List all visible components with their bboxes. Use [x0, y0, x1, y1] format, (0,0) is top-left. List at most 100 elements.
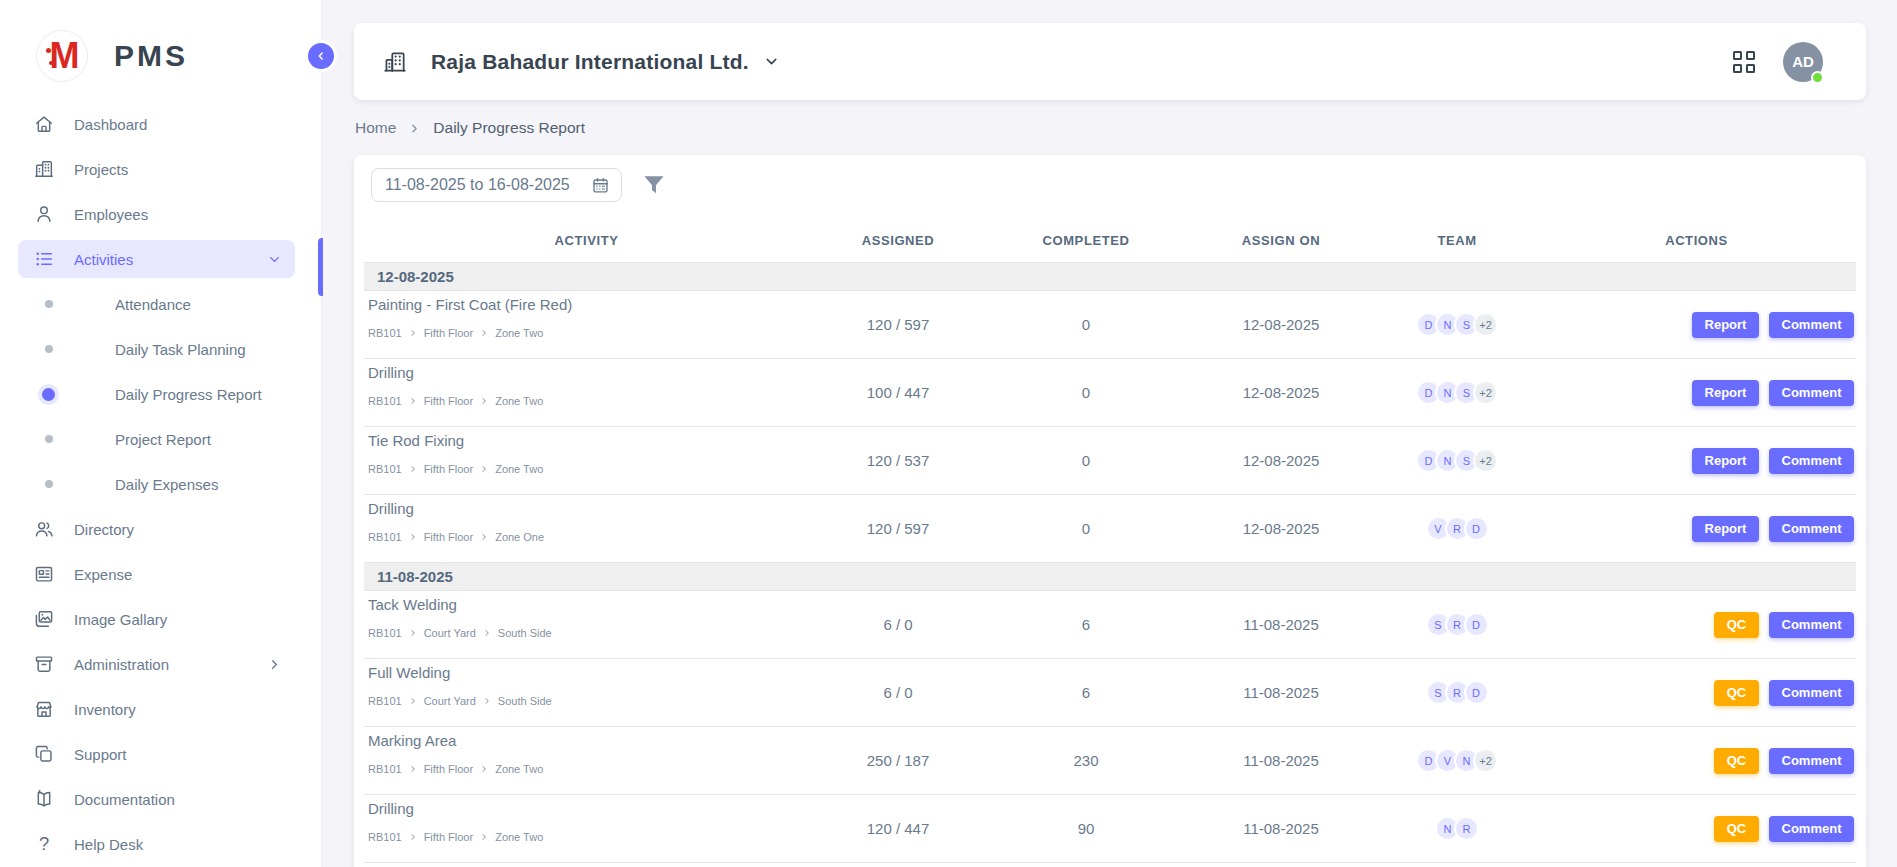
home-icon	[33, 113, 55, 135]
comment-button[interactable]: Comment	[1769, 680, 1854, 706]
bullet-icon	[45, 300, 53, 308]
activity-path: RB101Fifth FloorZone Two	[368, 763, 543, 775]
sidebar-subitem-label: Attendance	[115, 296, 191, 313]
report-button[interactable]: Report	[1692, 312, 1759, 338]
sidebar-item-label: Image Gallary	[74, 611, 167, 628]
comment-button[interactable]: Comment	[1769, 516, 1854, 542]
completed-cell: 0	[987, 359, 1185, 426]
company-selector[interactable]: Raja Bahadur International Ltd.	[382, 23, 780, 100]
sidebar-item-expense[interactable]: Expense	[18, 555, 295, 593]
column-header-completed: COMPLETED	[987, 233, 1185, 248]
sidebar-item-help-desk[interactable]: ? Help Desk	[18, 825, 295, 863]
svg-text:?: ?	[39, 833, 49, 854]
team-cell: SRD	[1377, 591, 1537, 658]
qc-button[interactable]: QC	[1714, 748, 1759, 774]
comment-button[interactable]: Comment	[1769, 448, 1854, 474]
activity-title: Drilling	[368, 799, 414, 818]
filter-button[interactable]	[641, 172, 667, 198]
sidebar-subitem-label: Daily Expenses	[115, 476, 218, 493]
sidebar-item-employees[interactable]: Employees	[18, 195, 295, 233]
qc-button[interactable]: QC	[1714, 680, 1759, 706]
image-icon	[33, 608, 55, 630]
activity-path-part: Fifth Floor	[424, 831, 474, 843]
sidebar-item-label: Dashboard	[74, 116, 147, 133]
table-body: 12-08-2025 Painting - First Coat (Fire Re…	[364, 263, 1856, 863]
book-icon	[33, 788, 55, 810]
team-extra-badge: +2	[1473, 448, 1498, 473]
column-header-activity: ACTIVITY	[364, 233, 809, 248]
activity-title: Tie Rod Fixing	[368, 431, 464, 450]
actions-cell: QC Comment	[1537, 591, 1856, 658]
actions-cell: QC Comment	[1537, 659, 1856, 726]
activity-path-part: RB101	[368, 831, 402, 843]
topbar: Raja Bahadur International Ltd. AD	[354, 23, 1866, 100]
sidebar-item-support[interactable]: Support	[18, 735, 295, 773]
sidebar-subitem-daily-task-planning[interactable]: Daily Task Planning	[18, 330, 295, 368]
team-cell: VRD	[1377, 495, 1537, 562]
path-chevron-icon	[483, 629, 491, 637]
column-header-assigned: ASSIGNED	[809, 233, 987, 248]
date-range-input[interactable]: 11-08-2025 to 16-08-2025	[371, 168, 622, 202]
comment-button[interactable]: Comment	[1769, 380, 1854, 406]
filter-bar: 11-08-2025 to 16-08-2025	[371, 168, 667, 202]
qc-button[interactable]: QC	[1714, 816, 1759, 842]
actions-cell: Report Comment	[1537, 291, 1856, 358]
assign-on-cell: 12-08-2025	[1185, 359, 1377, 426]
activity-cell: Painting - First Coat (Fire Red)RB101Fif…	[364, 291, 809, 358]
activity-path-part: Zone Two	[495, 831, 543, 843]
report-button[interactable]: Report	[1692, 516, 1759, 542]
qc-button[interactable]: QC	[1714, 612, 1759, 638]
activity-cell: Tie Rod FixingRB101Fifth FloorZone Two	[364, 427, 809, 494]
sidebar-subitem-daily-progress-report[interactable]: Daily Progress Report	[18, 375, 295, 413]
activity-title: Drilling	[368, 499, 414, 518]
sidebar-item-inventory[interactable]: Inventory	[18, 690, 295, 728]
comment-button[interactable]: Comment	[1769, 312, 1854, 338]
completed-cell: 6	[987, 591, 1185, 658]
team-cell: DNS+2	[1377, 291, 1537, 358]
actions-cell: Report Comment	[1537, 495, 1856, 562]
user-avatar[interactable]: AD	[1783, 42, 1823, 82]
sidebar-item-directory[interactable]: Directory	[18, 510, 295, 548]
path-chevron-icon	[480, 533, 488, 541]
sidebar-item-administration[interactable]: Administration	[18, 645, 295, 683]
team-cell: DNS+2	[1377, 427, 1537, 494]
completed-cell: 0	[987, 495, 1185, 562]
activity-path: RB101 Fifth Floor Zone Two	[368, 831, 543, 843]
sidebar-item-dashboard[interactable]: Dashboard	[18, 105, 295, 143]
apps-grid-button[interactable]	[1733, 51, 1755, 73]
team-cell: SRD	[1377, 659, 1537, 726]
assigned-cell: 120 / 597	[809, 291, 987, 358]
sidebar-subitem-daily-expenses[interactable]: Daily Expenses	[18, 465, 295, 503]
store-icon	[33, 698, 55, 720]
comment-button[interactable]: Comment	[1769, 816, 1854, 842]
sidebar-subitem-attendance[interactable]: Attendance	[18, 285, 295, 323]
sidebar-menu: Dashboard Projects Employees Activities Atte…	[0, 105, 321, 867]
path-chevron-icon	[480, 397, 488, 405]
copy-icon	[33, 743, 55, 765]
activity-title: Marking Area	[368, 731, 456, 750]
path-chevron-icon	[480, 465, 488, 473]
path-chevron-icon	[480, 329, 488, 337]
sidebar-item-label: Help Desk	[74, 836, 143, 853]
breadcrumb-home[interactable]: Home	[355, 119, 396, 137]
report-button[interactable]: Report	[1692, 380, 1759, 406]
sidebar-collapse-button[interactable]	[308, 43, 334, 69]
sidebar: M PMS DashboardProjectsEmployeesActiviti…	[0, 0, 322, 867]
sidebar-item-activities[interactable]: Activities	[18, 240, 295, 278]
table-row: Tie Rod FixingRB101Fifth FloorZone Two12…	[364, 427, 1856, 495]
activity-path-part: Zone Two	[495, 327, 543, 339]
sidebar-item-projects[interactable]: Projects	[18, 150, 295, 188]
path-chevron-icon	[409, 465, 417, 473]
sidebar-subitem-project-report[interactable]: Project Report	[18, 420, 295, 458]
path-chevron-icon	[409, 397, 417, 405]
date-range-value: 11-08-2025 to 16-08-2025	[385, 176, 591, 194]
report-button[interactable]: Report	[1692, 448, 1759, 474]
comment-button[interactable]: Comment	[1769, 748, 1854, 774]
sidebar-item-documentation[interactable]: Documentation	[18, 780, 295, 818]
chevron-right-icon	[267, 657, 282, 672]
comment-button[interactable]: Comment	[1769, 612, 1854, 638]
team-extra-badge: +2	[1473, 748, 1498, 773]
sidebar-item-image-gallary[interactable]: Image Gallary	[18, 600, 295, 638]
activity-path-part: RB101	[368, 531, 402, 543]
bullet-icon	[45, 480, 53, 488]
